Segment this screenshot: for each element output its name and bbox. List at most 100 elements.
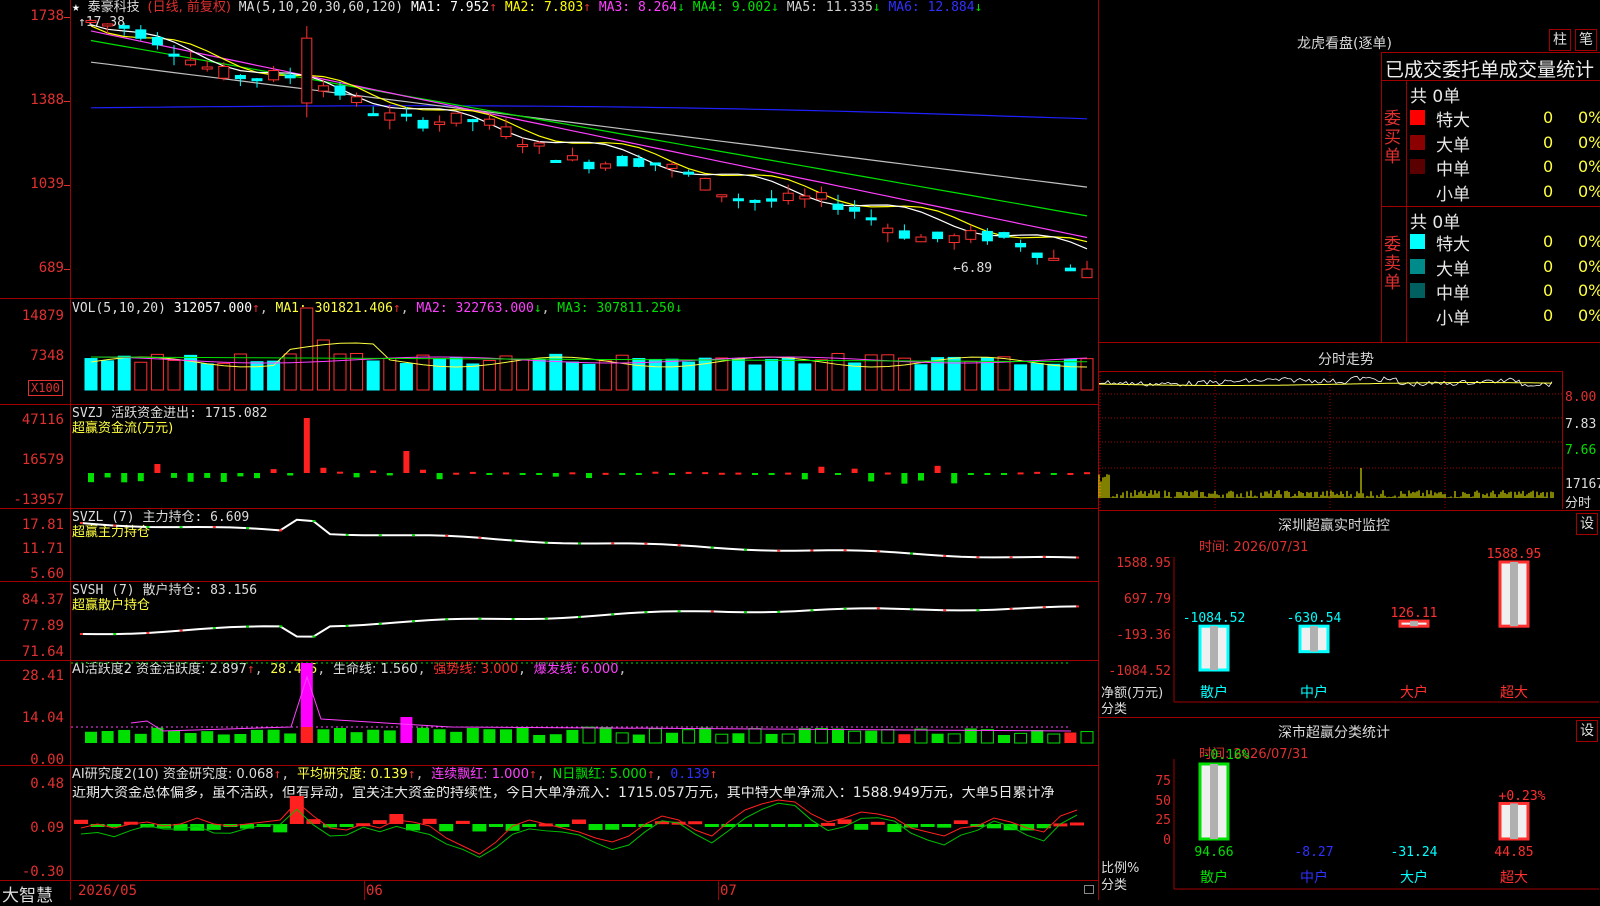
activity-chart[interactable] [71,661,1098,765]
candle [981,230,993,242]
flow-bar [652,471,659,474]
top-label: -0.16% [1203,748,1250,763]
flow-bar [818,466,825,473]
tick-dot [212,526,216,529]
tick-dot [1009,556,1013,559]
tick-dot [179,526,183,529]
flow-bar [104,473,111,478]
order-count: 0 [1543,305,1554,325]
net-bar-shade [1310,626,1318,652]
candle [865,217,877,221]
tick-dot [710,610,714,613]
candle [533,142,545,147]
flow-bar [254,473,260,479]
volume-chart[interactable] [71,299,1098,404]
order-percent: 0% [1578,281,1600,300]
activity-box [814,728,828,744]
volume-bar [1014,364,1028,391]
intraday-tag[interactable]: 分时 [1565,492,1591,511]
net-bar-shade [1510,562,1518,627]
candlestick-chart[interactable] [71,0,1098,298]
activity-bar [832,728,844,743]
activity-bar [566,729,579,743]
flow-bar [685,471,692,474]
activity-box [682,729,696,744]
flow-bar [901,473,908,484]
candle [583,161,595,170]
flow-bar [602,472,609,475]
tick-dot [445,618,449,621]
retail-chart[interactable] [71,582,1098,660]
volume-bar [599,360,613,391]
net-amount-chart[interactable]: 1588.95 697.79 -193.36 -1084.52 -1084.52 散户 -6… [1099,512,1600,717]
research-chart[interactable] [71,766,1098,880]
tick-dot [312,635,316,638]
volume-bar [350,352,364,391]
activity-bar [666,732,678,743]
tick-dot [611,542,615,545]
volume-bar [781,357,795,391]
volume-bar [167,359,181,391]
research-bar [738,824,752,827]
candle [367,113,379,117]
axis-ticks [64,0,70,298]
tick-dot [943,554,947,557]
net-bar-shade [1210,626,1218,670]
volume-bar [1080,358,1094,391]
fund-flow-chart[interactable] [71,405,1098,508]
research-bar [273,824,288,833]
order-percent: 0% [1578,232,1600,251]
tick-dot [744,611,747,614]
candle [948,235,960,244]
volume-bar [449,357,463,391]
main-force-chart[interactable] [71,509,1098,581]
volume-bar [84,358,98,391]
tick-dot [212,627,216,630]
candle [251,78,263,82]
brand-logo: 大智慧 [2,886,53,906]
order-count: 0 [1543,157,1554,176]
bar-button[interactable]: 柱 [1549,29,1571,51]
chart-area[interactable]: ★ 泰豪科技 (日线, 前复权) MA(5,10,20,30,60,120) M… [0,0,1100,906]
tick-dot [511,539,515,542]
tick-dot [445,534,449,537]
candle [716,194,728,198]
date-2: 06 [366,883,383,899]
ratio-chart[interactable]: 75 50 25 0 -0.16% +0.23% 94.66 -8.27 -31.24 44.85… [1099,719,1600,900]
flow-bar [88,473,94,483]
lock-icon[interactable] [1084,885,1094,894]
order-percent: 0% [1578,181,1600,201]
activity-bar [549,734,562,743]
ratio-bar-shade [1510,803,1518,839]
order-count: 0 [1543,132,1554,152]
candle [732,198,744,202]
volume-bar [897,357,911,391]
activity-box [582,726,596,744]
intraday-chart[interactable] [1098,372,1562,508]
flow-bar [1067,472,1074,475]
color-swatch [1410,110,1425,125]
flow-bar [934,465,941,473]
axis-label: 1588.95 [1116,556,1171,571]
tick-dot [345,533,349,536]
activity-box [748,728,762,744]
flow-bar [735,472,742,475]
candle [201,66,213,70]
volume-bar [150,353,164,391]
flow-bar [1050,473,1057,475]
tick-dot [179,629,183,632]
volume-bar [947,356,961,391]
candle [135,29,147,39]
pen-button[interactable]: 笔 [1575,29,1597,51]
candle [168,53,180,57]
flow-bar [171,473,177,478]
candle [849,206,861,212]
activity-bar [483,729,496,743]
buy-side-label: 委买单 [1384,109,1401,167]
candle [284,74,296,79]
order-size-label: 小单 [1436,184,1470,205]
research-bar [837,819,852,824]
flow-bar [1017,472,1024,475]
tick-dot [146,631,150,634]
stats-tab[interactable]: 已成交委托单成交量统计 [1385,55,1594,82]
